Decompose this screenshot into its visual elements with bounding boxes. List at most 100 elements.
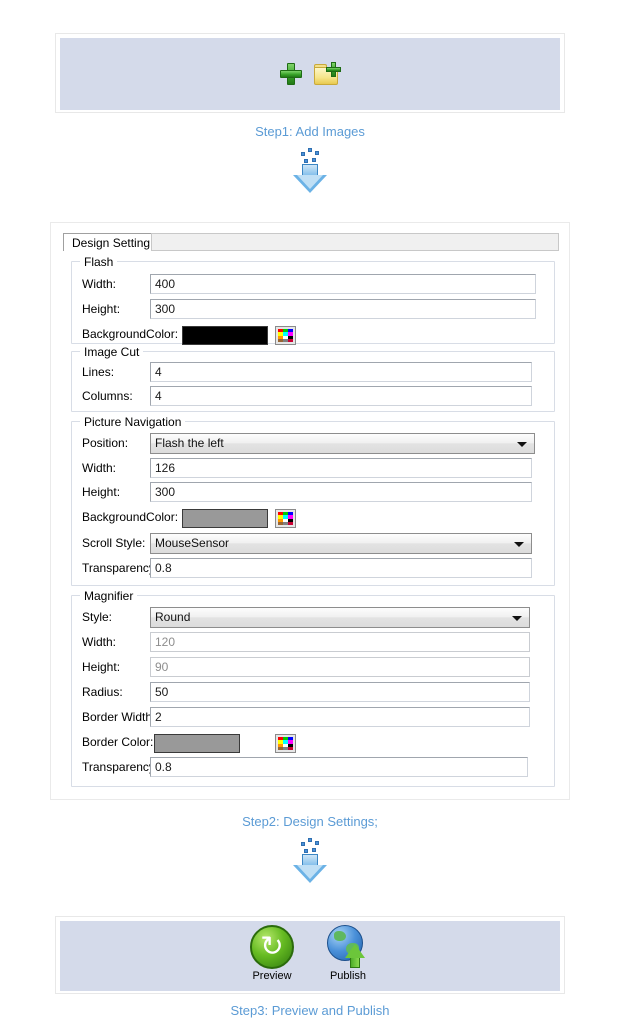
input-magnifier-width[interactable]: 120 bbox=[150, 632, 530, 652]
palette-grid bbox=[278, 737, 293, 750]
group-magnifier: Magnifier Style: Round Width: 120 Height… bbox=[71, 589, 555, 787]
label-magnifier-radius: Radius: bbox=[82, 685, 123, 699]
publish-panel: Preview Publish bbox=[55, 916, 565, 994]
chevron-down-icon bbox=[514, 542, 524, 547]
row-picnav-height: Height: 300 bbox=[72, 482, 554, 504]
palette-grid bbox=[278, 512, 293, 525]
tabstrip: Design Setting bbox=[63, 233, 559, 251]
label-magnifier-height: Height: bbox=[82, 660, 121, 674]
design-settings-window: Design Setting Flash Width: 400 Height: … bbox=[50, 222, 570, 800]
label-picnav-position: Position: bbox=[82, 436, 129, 450]
input-magnifier-radius[interactable]: 50 bbox=[150, 682, 530, 702]
row-flash-width: Width: 400 bbox=[72, 274, 554, 296]
chevron-down-icon bbox=[512, 616, 522, 621]
add-images-panel-inner bbox=[60, 38, 560, 110]
combo-picnav-position[interactable]: Flash the left bbox=[150, 433, 535, 454]
step2-caption: Step2: Design Settings; bbox=[242, 814, 378, 829]
swatch-picnav-bgcolor[interactable] bbox=[182, 509, 268, 528]
add-images-button-row bbox=[280, 62, 341, 85]
publish-button-label: Publish bbox=[329, 970, 367, 982]
combo-picnav-scrollstyle[interactable]: MouseSensor bbox=[150, 533, 532, 554]
input-imagecut-columns[interactable]: 4 bbox=[150, 386, 532, 406]
preview-button[interactable]: Preview bbox=[239, 925, 305, 982]
row-picnav-transparency: Transparency: 0.8 bbox=[72, 558, 554, 580]
arrow-dots bbox=[298, 148, 322, 165]
row-picnav-scrollstyle: Scroll Style: MouseSensor bbox=[72, 533, 554, 555]
group-flash-title: Flash bbox=[80, 255, 118, 269]
group-image-cut-title: Image Cut bbox=[80, 345, 144, 359]
label-picnav-bgcolor: BackgroundColor: bbox=[82, 510, 179, 524]
row-imagecut-columns: Columns: 4 bbox=[72, 386, 554, 408]
label-magnifier-borderwidth: Border Width: bbox=[82, 710, 156, 724]
row-flash-bgcolor: BackgroundColor: bbox=[72, 324, 554, 346]
input-magnifier-transparency[interactable]: 0.8 bbox=[150, 757, 528, 777]
arrow-dots bbox=[298, 838, 322, 855]
input-picnav-height[interactable]: 300 bbox=[150, 482, 532, 502]
step3-caption: Step3: Preview and Publish bbox=[230, 1003, 390, 1018]
row-magnifier-bordercolor: Border Color: bbox=[72, 732, 554, 754]
input-picnav-width[interactable]: 126 bbox=[150, 458, 532, 478]
label-imagecut-lines: Lines: bbox=[82, 365, 115, 379]
row-magnifier-width: Width: 120 bbox=[72, 632, 554, 654]
input-picnav-transparency[interactable]: 0.8 bbox=[150, 558, 532, 578]
label-flash-bgcolor: BackgroundColor: bbox=[82, 327, 179, 341]
arrow-head-inner bbox=[297, 865, 323, 879]
folder-add-icon[interactable] bbox=[314, 62, 341, 85]
palette-grid bbox=[278, 329, 293, 342]
plus-icon[interactable] bbox=[280, 63, 302, 85]
down-arrow-icon-1 bbox=[0, 148, 620, 196]
publish-button[interactable]: Publish bbox=[315, 925, 381, 982]
arrow-head-inner bbox=[297, 175, 323, 189]
swatch-flash-bgcolor[interactable] bbox=[182, 326, 268, 345]
publish-panel-inner: Preview Publish bbox=[60, 921, 560, 991]
combo-picnav-scrollstyle-value: MouseSensor bbox=[155, 536, 230, 550]
row-picnav-width: Width: 126 bbox=[72, 458, 554, 480]
group-flash: Flash Width: 400 Height: 300 BackgroundC… bbox=[71, 255, 555, 346]
input-magnifier-borderwidth[interactable]: 2 bbox=[150, 707, 530, 727]
combo-magnifier-style[interactable]: Round bbox=[150, 607, 530, 628]
swatch-magnifier-bordercolor[interactable] bbox=[154, 734, 240, 753]
row-magnifier-transparency: Transparency: 0.8 bbox=[72, 757, 554, 779]
label-picnav-width: Width: bbox=[82, 461, 117, 475]
combo-magnifier-style-value: Round bbox=[155, 610, 191, 624]
combo-picnav-position-value: Flash the left bbox=[155, 436, 224, 450]
label-picnav-transparency: Transparency: bbox=[82, 561, 159, 575]
step1-caption: Step1: Add Images bbox=[255, 124, 365, 139]
palette-picker-picnav-bgcolor[interactable] bbox=[275, 509, 296, 528]
row-magnifier-radius: Radius: 50 bbox=[72, 682, 554, 704]
tab-design-setting[interactable]: Design Setting bbox=[63, 233, 160, 251]
label-picnav-height: Height: bbox=[82, 485, 121, 499]
tabstrip-filler bbox=[151, 233, 559, 251]
label-magnifier-transparency: Transparency: bbox=[82, 760, 159, 774]
row-imagecut-lines: Lines: 4 bbox=[72, 362, 554, 384]
group-picture-navigation: Picture Navigation Position: Flash the l… bbox=[71, 415, 555, 586]
input-imagecut-lines[interactable]: 4 bbox=[150, 362, 532, 382]
palette-picker-flash-bgcolor[interactable] bbox=[275, 326, 296, 345]
label-magnifier-bordercolor: Border Color: bbox=[82, 735, 154, 749]
label-flash-width: Width: bbox=[82, 277, 117, 291]
input-flash-height[interactable]: 300 bbox=[150, 299, 536, 319]
label-magnifier-width: Width: bbox=[82, 635, 117, 649]
label-magnifier-style: Style: bbox=[82, 610, 113, 624]
group-image-cut: Image Cut Lines: 4 Columns: 4 bbox=[71, 345, 555, 412]
row-picnav-position: Position: Flash the left bbox=[72, 433, 554, 455]
label-imagecut-columns: Columns: bbox=[82, 389, 133, 403]
chevron-down-icon bbox=[517, 442, 527, 447]
globe-upload-icon bbox=[326, 925, 370, 969]
group-magnifier-title: Magnifier bbox=[80, 589, 138, 603]
input-flash-width[interactable]: 400 bbox=[150, 274, 536, 294]
row-flash-height: Height: 300 bbox=[72, 299, 554, 321]
row-magnifier-borderwidth: Border Width: 2 bbox=[72, 707, 554, 729]
preview-button-label: Preview bbox=[252, 970, 292, 982]
publish-button-row: Preview Publish bbox=[239, 925, 381, 982]
label-picnav-scrollstyle: Scroll Style: bbox=[82, 536, 146, 550]
palette-picker-magnifier-bordercolor[interactable] bbox=[275, 734, 296, 753]
row-picnav-bgcolor: BackgroundColor: bbox=[72, 507, 554, 529]
folder-plus-badge-icon bbox=[326, 62, 341, 77]
input-magnifier-height[interactable]: 90 bbox=[150, 657, 530, 677]
group-picture-navigation-title: Picture Navigation bbox=[80, 415, 186, 429]
row-magnifier-height: Height: 90 bbox=[72, 657, 554, 679]
row-magnifier-style: Style: Round bbox=[72, 607, 554, 629]
refresh-circle-icon bbox=[250, 925, 294, 969]
label-flash-height: Height: bbox=[82, 302, 121, 316]
